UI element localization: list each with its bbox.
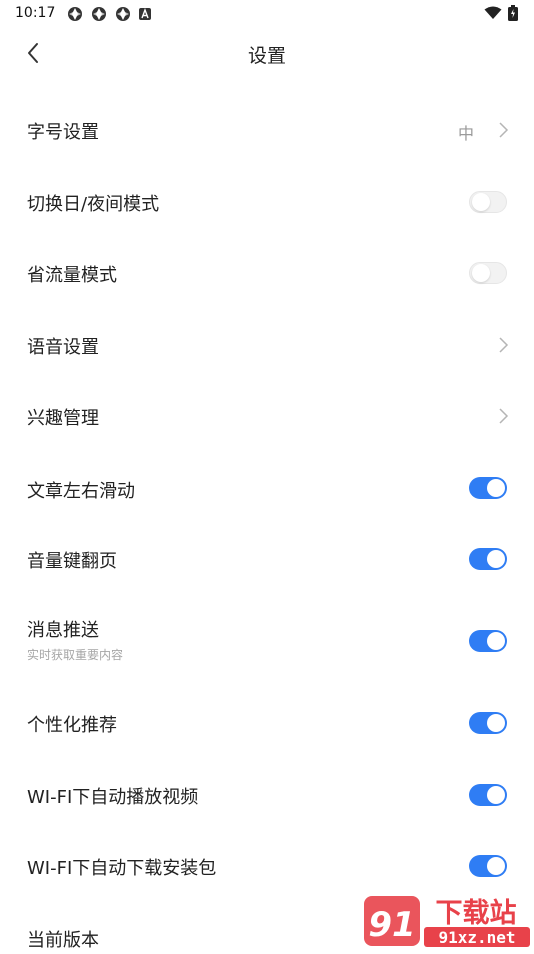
toggle-knob xyxy=(487,550,505,568)
toggle-knob xyxy=(472,264,490,282)
setting-volume-page-turn[interactable]: 音量键翻页 xyxy=(0,521,534,592)
setting-label: 个性化推荐 xyxy=(27,715,117,736)
wifi-icon xyxy=(484,6,502,19)
chevron-right-icon xyxy=(499,122,509,138)
app-header: 设置 xyxy=(0,28,534,80)
setting-label: WI-FI下自动下载安装包 xyxy=(27,858,217,879)
toggle-switch[interactable] xyxy=(469,477,507,499)
setting-label: 字号设置 xyxy=(27,122,99,143)
status-time: 10:17 xyxy=(15,5,56,21)
setting-label: WI-FI下自动播放视频 xyxy=(27,787,199,808)
app-icon xyxy=(92,7,106,21)
toggle-knob xyxy=(487,479,505,497)
chevron-right-icon xyxy=(499,337,509,353)
app-icon xyxy=(116,7,130,21)
watermark-logo-graphic: 91 下载站 91xz.net xyxy=(364,896,530,947)
toggle-switch[interactable] xyxy=(469,784,507,806)
setting-label: 省流量模式 xyxy=(27,265,117,286)
notification-icons xyxy=(66,6,152,22)
setting-sublabel: 实时获取重要内容 xyxy=(27,648,124,662)
toggle-knob xyxy=(487,632,505,650)
chevron-right-icon xyxy=(499,408,509,424)
toggle-switch[interactable] xyxy=(469,712,507,734)
toggle-switch[interactable] xyxy=(469,191,507,213)
setting-voice[interactable]: 语音设置 xyxy=(0,308,534,379)
toggle-switch[interactable] xyxy=(469,630,507,652)
setting-label: 消息推送 xyxy=(27,620,99,641)
toggle-switch[interactable] xyxy=(469,262,507,284)
status-bar: 10:17 xyxy=(0,0,534,28)
setting-label: 切换日/夜间模式 xyxy=(27,194,160,215)
site-watermark-logo: 91 下载站 91xz.net xyxy=(362,892,532,950)
app-icon xyxy=(68,7,82,21)
setting-label: 音量键翻页 xyxy=(27,551,117,572)
toggle-knob xyxy=(487,714,505,732)
page-title: 设置 xyxy=(247,45,286,67)
setting-personalized-recommendation[interactable]: 个性化推荐 xyxy=(0,685,534,756)
setting-push-notifications[interactable]: 消息推送 实时获取重要内容 xyxy=(0,592,534,685)
setting-article-swipe[interactable]: 文章左右滑动 xyxy=(0,450,534,521)
watermark-text-2: 91xz.net xyxy=(438,928,515,947)
setting-label: 文章左右滑动 xyxy=(27,481,135,502)
toggle-switch[interactable] xyxy=(469,548,507,570)
toggle-switch[interactable] xyxy=(469,855,507,877)
toggle-knob xyxy=(487,786,505,804)
watermark-text-1: 下载站 xyxy=(436,898,517,929)
a-badge-icon xyxy=(139,8,151,20)
battery-charging-icon xyxy=(508,5,518,21)
setting-label: 当前版本 xyxy=(27,930,99,951)
setting-day-night-mode[interactable]: 切换日/夜间模式 xyxy=(0,166,534,237)
setting-wifi-auto-download[interactable]: WI-FI下自动下载安装包 xyxy=(0,827,534,898)
setting-interests[interactable]: 兴趣管理 xyxy=(0,379,534,450)
setting-label: 兴趣管理 xyxy=(27,408,99,429)
status-right-icons xyxy=(484,5,518,21)
setting-label: 语音设置 xyxy=(27,337,99,358)
setting-font-size[interactable]: 字号设置 中 xyxy=(0,95,534,166)
setting-value: 中 xyxy=(457,124,474,143)
toggle-knob xyxy=(472,193,490,211)
svg-text:91: 91 xyxy=(368,905,415,945)
setting-wifi-autoplay-video[interactable]: WI-FI下自动播放视频 xyxy=(0,756,534,827)
toggle-knob xyxy=(487,857,505,875)
setting-data-saver[interactable]: 省流量模式 xyxy=(0,237,534,308)
